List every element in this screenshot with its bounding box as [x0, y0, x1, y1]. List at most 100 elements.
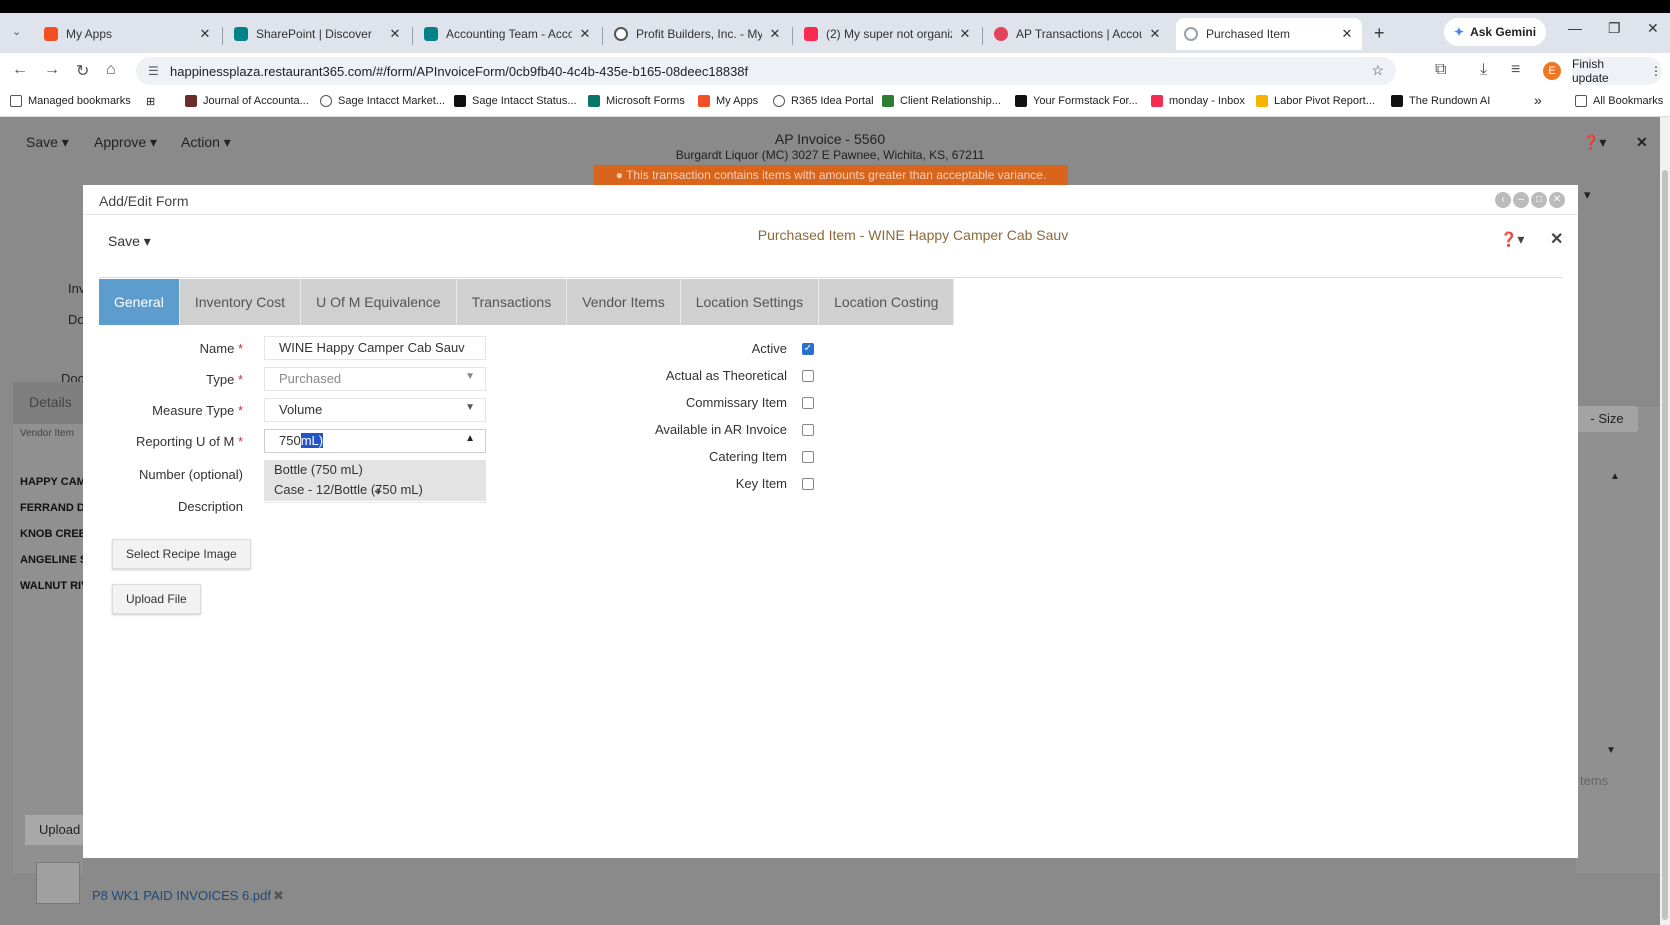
bookmark-sage-market[interactable]: Sage Intacct Market...	[320, 95, 445, 107]
select-recipe-image-button[interactable]: Select Recipe Image	[112, 539, 251, 569]
name-field[interactable]: WINE Happy Camper Cab Sauv	[264, 336, 486, 360]
scroll-up-icon[interactable]: ▲	[1610, 471, 1620, 482]
close-tab-icon[interactable]: ✕	[388, 26, 402, 42]
size-button[interactable]: - Size	[1576, 406, 1638, 432]
remove-attachment-icon[interactable]: ✖	[273, 888, 284, 903]
tab-search-icon[interactable]: ⌄	[12, 25, 21, 38]
bookmark-r365-idea[interactable]: R365 Idea Portal	[773, 95, 874, 107]
active-checkbox[interactable]: ✓	[802, 343, 814, 355]
catering-item-checkbox[interactable]	[802, 451, 814, 463]
commissary-item-checkbox[interactable]	[802, 397, 814, 409]
close-tab-icon[interactable]: ✕	[578, 26, 592, 42]
download-icon[interactable]: ⤓	[1480, 61, 1487, 79]
media-icon[interactable]: ≡	[1511, 61, 1520, 79]
bookmark-labor-pivot[interactable]: Labor Pivot Report...	[1256, 95, 1375, 107]
restore-icon[interactable]: ❐	[1608, 20, 1621, 37]
modal-close-icon[interactable]: ✕	[1549, 192, 1565, 208]
tab-profit-builders[interactable]: Profit Builders, Inc. - My Tin ✕	[606, 18, 790, 50]
page-scroll-thumb[interactable]	[1662, 170, 1668, 920]
modal-minimize-icon[interactable]: –	[1513, 192, 1529, 208]
tab-my-apps[interactable]: My Apps ✕	[36, 18, 220, 50]
tab-location-costing[interactable]: Location Costing	[819, 279, 955, 325]
save-label: Save	[108, 233, 140, 249]
modal-maximize-icon[interactable]: □	[1531, 192, 1547, 208]
pdf-thumbnail[interactable]	[36, 862, 80, 904]
type-select[interactable]: Purchased ▼	[264, 367, 486, 391]
ask-gemini-button[interactable]: ✦ Ask Gemini	[1444, 18, 1547, 46]
tab-inventory-cost[interactable]: Inventory Cost	[179, 279, 302, 325]
window-close-icon[interactable]: ✕	[1647, 20, 1659, 37]
home-icon[interactable]: ⌂	[106, 61, 116, 79]
apps-grid-icon[interactable]: ⊞	[146, 95, 155, 108]
app-save-menu[interactable]: Save ▾	[26, 134, 69, 151]
chevron-down-icon[interactable]: ▾	[1584, 187, 1591, 203]
more-bookmarks-icon[interactable]: »	[1534, 92, 1542, 108]
details-tab[interactable]: Details	[13, 382, 83, 424]
tab-location-settings[interactable]: Location Settings	[680, 279, 820, 325]
close-tab-icon[interactable]: ✕	[1148, 26, 1162, 42]
app-close-icon[interactable]: ✕	[1636, 134, 1648, 151]
app-help-icon[interactable]: ❓▾	[1582, 134, 1606, 151]
vendor-row[interactable]: ANGELINE S	[20, 554, 87, 566]
bookmark-journal[interactable]: Journal of Accounta...	[185, 95, 309, 107]
variance-warning-banner: ● This transaction contains items with a…	[594, 165, 1068, 185]
tab-monday[interactable]: (2) My super not organized ✕	[796, 18, 980, 50]
forward-icon[interactable]: →	[44, 61, 60, 79]
form-save-menu[interactable]: Save ▾	[108, 233, 151, 250]
vendor-row[interactable]: WALNUT RIV	[20, 580, 88, 592]
upload-file-button[interactable]: Upload File	[112, 584, 201, 614]
measure-type-select[interactable]: Volume ▼	[264, 398, 486, 422]
available-ar-invoice-checkbox[interactable]	[802, 424, 814, 436]
actual-as-theoretical-checkbox[interactable]	[802, 370, 814, 382]
minimize-icon[interactable]: —	[1568, 20, 1582, 36]
available-ar-invoice-label: Available in AR Invoice	[654, 422, 787, 437]
all-bookmarks[interactable]: All Bookmarks	[1575, 95, 1663, 107]
bookmark-formstack[interactable]: Your Formstack For...	[1015, 95, 1138, 107]
attachment-link[interactable]: P8 WK1 PAID INVOICES 6.pdf ✖	[92, 888, 284, 904]
bookmark-rundown[interactable]: The Rundown AI	[1391, 95, 1490, 107]
tab-general[interactable]: General	[99, 279, 180, 325]
tab-ap-transactions[interactable]: AP Transactions | Accounts ✕	[986, 18, 1170, 50]
tab-vendor-items[interactable]: Vendor Items	[567, 279, 681, 325]
form-close-icon[interactable]: ✕	[1550, 229, 1563, 249]
url-field[interactable]: ☰ happinessplaza.restaurant365.com/#/for…	[136, 57, 1396, 85]
description-field[interactable]	[264, 500, 486, 503]
scroll-down-icon[interactable]: ▼	[1606, 745, 1616, 756]
bookmark-sage-status[interactable]: Sage Intacct Status...	[454, 95, 577, 107]
app-action-menu[interactable]: Action ▾	[181, 134, 231, 151]
close-tab-icon[interactable]: ✕	[1340, 26, 1354, 42]
back-icon[interactable]: ←	[12, 61, 28, 79]
new-tab-button[interactable]: +	[1374, 23, 1385, 44]
tab-accounting-team[interactable]: Accounting Team - Account ✕	[416, 18, 600, 50]
vendor-row[interactable]: KNOB CREE	[20, 528, 86, 540]
upload-button[interactable]: Upload	[25, 815, 83, 845]
vendor-row[interactable]: HAPPY CAM	[20, 476, 86, 488]
reporting-uom-combobox[interactable]: 750mL) ▲	[264, 429, 486, 453]
profile-avatar[interactable]: E	[1543, 62, 1561, 80]
dropdown-option[interactable]: Bottle (750 mL)	[264, 460, 486, 480]
bookmark-star-icon[interactable]: ☆	[1371, 62, 1384, 79]
bookmark-monday[interactable]: monday - Inbox	[1151, 95, 1245, 107]
tab-transactions[interactable]: Transactions	[456, 279, 568, 325]
reload-icon[interactable]: ↻	[76, 61, 89, 81]
tab-strip: ⌄ My Apps ✕ SharePoint | Discover ✕ Acco…	[0, 13, 1670, 53]
close-tab-icon[interactable]: ✕	[958, 26, 972, 42]
close-tab-icon[interactable]: ✕	[768, 26, 782, 42]
form-help-icon[interactable]: ❓▾	[1500, 231, 1524, 248]
bookmark-client-relationship[interactable]: Client Relationship...	[882, 95, 1001, 107]
extensions-icon[interactable]: ⧉	[1435, 61, 1446, 79]
modal-back-icon[interactable]: ‹	[1495, 192, 1511, 208]
tab-sharepoint[interactable]: SharePoint | Discover ✕	[226, 18, 410, 50]
vendor-row[interactable]: FERRAND D	[20, 502, 85, 514]
bookmark-my-apps[interactable]: My Apps	[698, 95, 758, 107]
key-item-checkbox[interactable]	[802, 478, 814, 490]
bookmark-ms-forms[interactable]: Microsoft Forms	[588, 95, 685, 107]
app-approve-menu[interactable]: Approve ▾	[94, 134, 157, 151]
tab-purchased-item[interactable]: Purchased Item ✕	[1176, 18, 1362, 50]
bookmark-managed[interactable]: Managed bookmarks	[10, 95, 131, 107]
finish-update-button[interactable]: Finish update ⋮	[1572, 57, 1662, 85]
close-tab-icon[interactable]: ✕	[198, 26, 212, 42]
ask-gemini-label: Ask Gemini	[1470, 25, 1537, 39]
tab-uom-equivalence[interactable]: U Of M Equivalence	[301, 279, 457, 325]
site-settings-icon[interactable]: ☰	[148, 64, 159, 78]
